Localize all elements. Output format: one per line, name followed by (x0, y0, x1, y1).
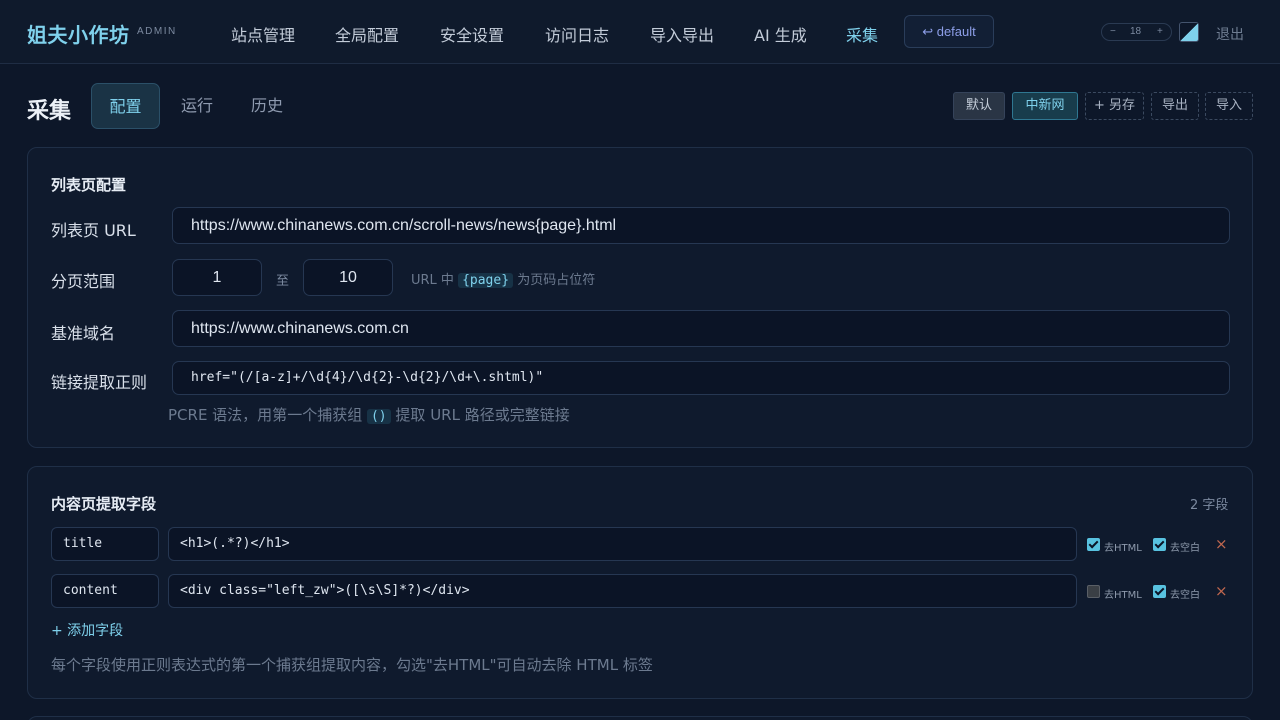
content-fields-hint: 每个字段使用正则表达式的第一个捕获组提取内容，勾选"去HTML"可自动去除 HT… (51, 656, 653, 674)
page-from-input[interactable]: 1 (172, 259, 262, 296)
tab-config[interactable]: 配置 (91, 83, 160, 129)
export-button[interactable]: 导出 (1151, 92, 1199, 120)
remove-field-icon[interactable]: × (1215, 582, 1228, 600)
font-size-stepper: − 18 + (1101, 23, 1172, 41)
tab-run[interactable]: 运行 (168, 83, 226, 129)
base-domain-input[interactable]: https://www.chinanews.com.cn (172, 310, 1230, 347)
link-hint-post: 提取 URL 路径或完整链接 (395, 406, 570, 424)
content-fields-card: 内容页提取字段 2 字段 title <h1>(.*?)</h1> 去HTML … (27, 466, 1253, 699)
top-navbar: 姐夫小作坊 ADMIN 站点管理 全局配置 安全设置 访问日志 导入导出 AI … (0, 0, 1280, 64)
list-url-label: 列表页 URL (51, 221, 136, 240)
list-config-card: 列表页配置 列表页 URL https://www.chinanews.com.… (27, 147, 1253, 448)
preset-chinanews-button[interactable]: 中新网 (1012, 92, 1078, 120)
theme-toggle-icon[interactable] (1179, 22, 1199, 42)
page-hint-post: 为页码占位符 (517, 273, 596, 288)
page-range-hint: URL 中 {page} 为页码占位符 (411, 269, 595, 288)
page-placeholder-code: {page} (458, 273, 514, 288)
field-regex-input[interactable]: <div class="left_zw">([\s\S]*?)</div> (168, 574, 1077, 608)
strip-html-label: 去HTML (1104, 590, 1142, 601)
nav-item-ai-generate[interactable]: AI 生成 (754, 22, 807, 46)
strip-html-checkbox[interactable] (1087, 538, 1100, 551)
page-to-input[interactable]: 10 (303, 259, 393, 296)
list-config-title: 列表页配置 (51, 176, 127, 194)
brand-subtitle: ADMIN (137, 26, 177, 37)
field-regex-input[interactable]: <h1>(.*?)</h1> (168, 527, 1077, 561)
trim-checkbox[interactable] (1153, 585, 1166, 598)
import-button[interactable]: 导入 (1205, 92, 1253, 120)
page-range-label: 分页范围 (51, 272, 116, 291)
nav-item-access-log[interactable]: 访问日志 (545, 22, 609, 46)
page-hint-pre: URL 中 (411, 273, 454, 288)
link-regex-hint: PCRE 语法，用第一个捕获组 () 提取 URL 路径或完整链接 (168, 404, 570, 425)
link-regex-label: 链接提取正则 (51, 373, 148, 392)
remove-field-icon[interactable]: × (1215, 535, 1228, 553)
base-domain-label: 基准域名 (51, 324, 116, 343)
logout-link[interactable]: 退出 (1216, 24, 1244, 44)
font-increase-button[interactable]: + (1157, 26, 1163, 37)
link-hint-pre: PCRE 语法，用第一个捕获组 (168, 406, 363, 424)
field-name-input[interactable]: title (51, 527, 159, 561)
default-profile-button[interactable]: ↩ default (904, 15, 994, 48)
brand-logo[interactable]: 姐夫小作坊 (27, 19, 130, 48)
strip-html-label: 去HTML (1104, 543, 1142, 554)
font-size-value: 18 (1130, 26, 1142, 37)
field-count: 2 字段 (1190, 498, 1229, 513)
strip-html-checkbox[interactable] (1087, 585, 1100, 598)
page-range-separator: 至 (276, 274, 290, 289)
trim-checkbox[interactable] (1153, 538, 1166, 551)
add-field-button[interactable]: + 添加字段 (51, 620, 123, 640)
next-card (27, 716, 1253, 720)
page-title: 采集 (27, 99, 72, 124)
nav-item-import-export[interactable]: 导入导出 (650, 22, 714, 46)
capture-group-code: () (366, 409, 391, 424)
field-name-input[interactable]: content (51, 574, 159, 608)
trim-label: 去空白 (1170, 543, 1200, 554)
trim-label: 去空白 (1170, 590, 1200, 601)
nav-item-sites[interactable]: 站点管理 (231, 22, 295, 46)
list-url-input[interactable]: https://www.chinanews.com.cn/scroll-news… (172, 207, 1230, 244)
preset-default-button[interactable]: 默认 (953, 92, 1005, 120)
nav-item-security[interactable]: 安全设置 (440, 22, 504, 46)
tab-history[interactable]: 历史 (238, 83, 296, 129)
nav-item-global-config[interactable]: 全局配置 (335, 22, 399, 46)
font-decrease-button[interactable]: − (1110, 26, 1116, 37)
save-as-button[interactable]: + 另存 (1085, 92, 1144, 120)
link-regex-input[interactable]: href="(/[a-z]+/\d{4}/\d{2}-\d{2}/\d+\.sh… (172, 361, 1230, 395)
content-fields-title: 内容页提取字段 (51, 495, 157, 513)
nav-item-collect[interactable]: 采集 (846, 22, 878, 46)
